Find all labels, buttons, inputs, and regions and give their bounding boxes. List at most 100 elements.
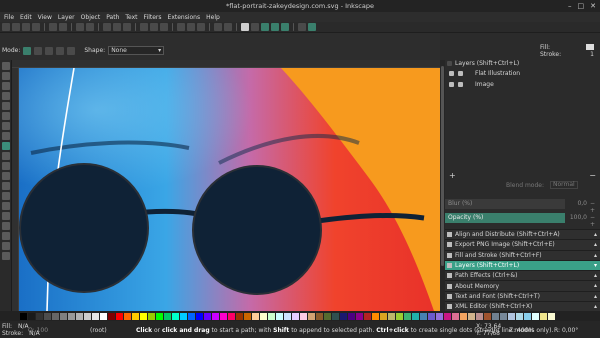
zoom-value[interactable]: 400% <box>517 327 534 334</box>
layer-item-image[interactable]: Image <box>445 79 600 90</box>
menu-path[interactable]: Path <box>106 14 119 21</box>
ungroup-icon[interactable] <box>224 23 232 31</box>
palette-swatch[interactable] <box>484 312 491 320</box>
palette-swatch[interactable] <box>500 312 507 320</box>
dock-tab-text-font[interactable]: Text and Font (Shift+Ctrl+T) ▴ <box>445 290 600 302</box>
rotation-field[interactable]: R: 0,00° <box>554 327 578 334</box>
vertical-ruler[interactable] <box>12 68 19 311</box>
visibility-eye-icon[interactable] <box>449 71 454 76</box>
palette-swatch[interactable] <box>244 312 251 320</box>
palette-swatch[interactable] <box>172 312 179 320</box>
palette-swatch[interactable] <box>412 312 419 320</box>
palette-swatch[interactable] <box>316 312 323 320</box>
menu-file[interactable]: File <box>4 14 14 21</box>
chevron-up-icon[interactable]: ▴ <box>594 293 597 300</box>
connector-tool-icon[interactable] <box>1 242 10 250</box>
blur-value[interactable]: 0,0 <box>567 200 587 207</box>
zoom-selection-icon[interactable] <box>140 23 148 31</box>
palette-swatch[interactable] <box>132 312 139 320</box>
palette-swatch[interactable] <box>252 312 259 320</box>
palette-swatch[interactable] <box>540 312 547 320</box>
dock-tab-align[interactable]: Align and Distribute (Shift+Ctrl+A) ▴ <box>445 229 600 240</box>
layers-icon[interactable] <box>261 23 269 31</box>
visibility-eye-icon[interactable] <box>449 82 454 87</box>
dock-tab-export[interactable]: Export PNG Image (Shift+Ctrl+E) ▴ <box>445 239 600 250</box>
palette-swatch[interactable] <box>212 312 219 320</box>
paste-icon[interactable] <box>123 23 131 31</box>
palette-swatch[interactable] <box>468 312 475 320</box>
close-button[interactable]: ✕ <box>590 2 596 10</box>
stroke-width-value[interactable]: 1 <box>590 51 594 58</box>
palette-swatch[interactable] <box>28 312 35 320</box>
zoom-page-icon[interactable] <box>160 23 168 31</box>
add-layer-button[interactable]: + <box>449 171 456 180</box>
copy-icon[interactable] <box>103 23 111 31</box>
palette-swatch[interactable] <box>148 312 155 320</box>
palette-swatch[interactable] <box>444 312 451 320</box>
pencil-tool-icon[interactable] <box>1 152 10 160</box>
blur-stepper[interactable]: − + <box>590 200 600 214</box>
palette-swatch[interactable] <box>548 312 555 320</box>
palette-swatch[interactable] <box>260 312 267 320</box>
import-icon[interactable] <box>49 23 57 31</box>
bspline-mode-icon[interactable] <box>45 46 54 55</box>
palette-swatch[interactable] <box>308 312 315 320</box>
palette-swatch[interactable] <box>228 312 235 320</box>
blur-slider[interactable]: Blur (%) <box>445 199 565 209</box>
palette-swatch[interactable] <box>356 312 363 320</box>
menu-filters[interactable]: Filters <box>144 14 162 21</box>
lock-icon[interactable] <box>458 82 463 87</box>
palette-swatch[interactable] <box>340 312 347 320</box>
cut-icon[interactable] <box>113 23 121 31</box>
palette-swatch[interactable] <box>140 312 147 320</box>
preferences-icon[interactable] <box>298 23 306 31</box>
spray-tool-icon[interactable] <box>1 182 10 190</box>
current-layer-select[interactable]: (root) <box>90 327 107 334</box>
tweak-tool-icon[interactable] <box>1 82 10 90</box>
align-icon[interactable] <box>281 23 289 31</box>
shape-select[interactable]: None <box>108 46 165 55</box>
chevron-up-icon[interactable]: ▴ <box>594 272 597 279</box>
palette-swatch[interactable] <box>100 312 107 320</box>
chevron-up-icon[interactable]: ▴ <box>594 252 597 259</box>
opacity-value[interactable]: 100,0 <box>567 214 587 221</box>
palette-swatch[interactable] <box>420 312 427 320</box>
palette-swatch[interactable] <box>196 312 203 320</box>
dock-tab-path-effects[interactable]: Path Effects (Ctrl+&) ▴ <box>445 270 600 281</box>
palette-swatch[interactable] <box>92 312 99 320</box>
eraser-tool-icon[interactable] <box>1 192 10 200</box>
palette-swatch[interactable] <box>372 312 379 320</box>
palette-swatch[interactable] <box>276 312 283 320</box>
undo-icon[interactable] <box>76 23 84 31</box>
star-tool-icon[interactable] <box>1 132 10 140</box>
dropper-tool-icon[interactable] <box>1 232 10 240</box>
palette-swatch[interactable] <box>180 312 187 320</box>
palette-swatch[interactable] <box>124 312 131 320</box>
palette-swatch[interactable] <box>284 312 291 320</box>
gradient-tool-icon[interactable] <box>1 212 10 220</box>
opacity-slider[interactable]: Opacity (%) <box>445 213 565 223</box>
menu-extensions[interactable]: Extensions <box>168 14 201 21</box>
palette-swatch[interactable] <box>60 312 67 320</box>
ellipse-tool-icon[interactable] <box>1 122 10 130</box>
palette-swatch[interactable] <box>76 312 83 320</box>
menu-layer[interactable]: Layer <box>58 14 75 21</box>
palette-swatch[interactable] <box>108 312 115 320</box>
palette-swatch[interactable] <box>220 312 227 320</box>
palette-swatch[interactable] <box>396 312 403 320</box>
text-tool-icon[interactable] <box>1 172 10 180</box>
spiro-mode-icon[interactable] <box>34 46 43 55</box>
open-icon[interactable] <box>12 23 20 31</box>
paraxial-mode-icon[interactable] <box>67 46 76 55</box>
zoom-field[interactable]: Z: 400% <box>509 327 534 334</box>
dock-tab-fill-stroke[interactable]: Fill and Stroke (Shift+Ctrl+F) ▴ <box>445 249 600 260</box>
chevron-up-icon[interactable]: ▴ <box>594 241 597 248</box>
palette-swatch[interactable] <box>292 312 299 320</box>
chevron-up-icon[interactable]: ▴ <box>594 282 597 289</box>
palette-swatch[interactable] <box>204 312 211 320</box>
palette-swatch[interactable] <box>68 312 75 320</box>
print-icon[interactable] <box>32 23 40 31</box>
dock-tab-layers[interactable]: Layers (Shift+Ctrl+L) ▾ <box>445 259 600 271</box>
calligraphy-tool-icon[interactable] <box>1 162 10 170</box>
menu-edit[interactable]: Edit <box>20 14 32 21</box>
